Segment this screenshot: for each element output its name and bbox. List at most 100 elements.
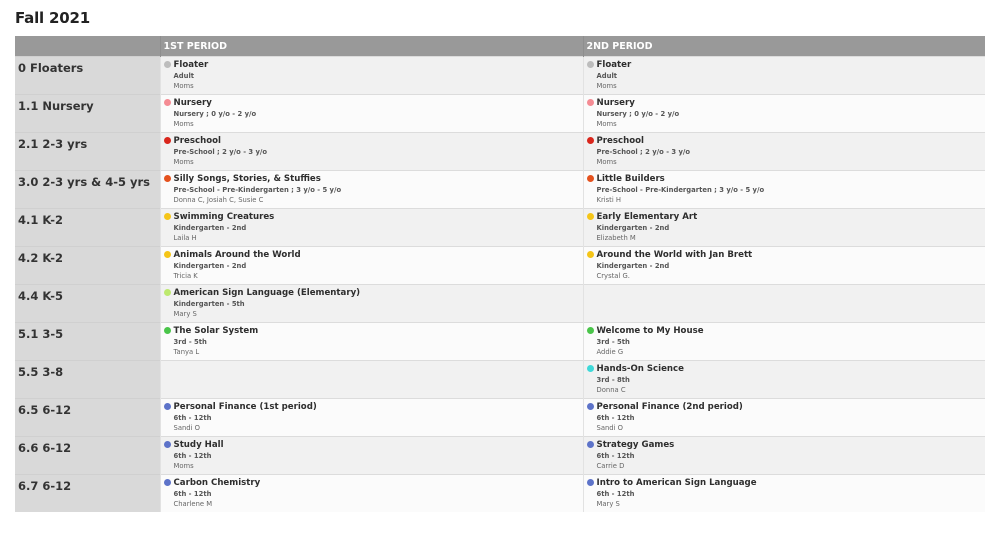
class-name: Silly Songs, Stories, & Stuffies [173, 174, 321, 184]
class-entry[interactable]: Floater Adult Moms [584, 58, 985, 92]
class-name: Floater [596, 60, 632, 70]
room-label: 6.6 6-12 [15, 436, 160, 475]
class-color-dot-icon [586, 479, 594, 486]
class-color-dot-icon [163, 251, 171, 258]
class-teacher: Addie G [596, 348, 624, 356]
class-entry[interactable]: Around the World with Jan Brett Kindergar… [584, 248, 985, 282]
class-teacher: Laila H [173, 234, 197, 242]
class-name: Around the World with Jan Brett [596, 250, 753, 260]
class-color-dot-icon [163, 213, 171, 220]
period-2-cell[interactable]: Welcome to My House 3rd - 5th Addie G [582, 322, 985, 361]
class-teacher: Moms [173, 82, 194, 90]
class-entry[interactable]: Early Elementary Art Kindergarten - 2nd El… [584, 210, 985, 244]
class-color-dot-icon [163, 289, 171, 296]
table-row: 2.1 2-3 yrs Preschool Pre-School ; 2 y/o -… [15, 132, 985, 171]
header-row: 1ST PERIOD 2ND PERIOD [15, 36, 985, 57]
table-row: 5.1 3-5 The Solar System 3rd - 5th Tanya LW… [15, 322, 985, 361]
period-1-cell[interactable]: Nursery Nursery ; 0 y/o - 2 y/o Moms [159, 94, 583, 133]
class-color-dot-icon [163, 479, 171, 486]
class-name: Floater [173, 60, 209, 70]
class-entry[interactable]: Study Hall 6th - 12th Moms [161, 438, 583, 472]
class-entry[interactable]: American Sign Language (Elementary) Kinde… [161, 286, 583, 320]
class-entry[interactable]: Welcome to My House 3rd - 5th Addie G [584, 324, 985, 358]
class-grade: Adult [173, 71, 195, 80]
period-1-cell[interactable]: Swimming Creatures Kindergarten - 2nd Lail… [159, 208, 583, 247]
class-name: The Solar System [173, 326, 259, 336]
room-label: 3.0 2-3 yrs & 4-5 yrs [15, 170, 160, 209]
period-2-cell[interactable]: Strategy Games 6th - 12th Carrie D [582, 436, 985, 475]
class-entry[interactable]: Personal Finance (1st period) 6th - 12th S… [161, 400, 583, 434]
period-2-cell[interactable]: Personal Finance (2nd period) 6th - 12th S… [582, 398, 985, 437]
header-period-2: 2ND PERIOD [582, 36, 985, 57]
period-1-cell[interactable]: The Solar System 3rd - 5th Tanya L [159, 322, 583, 361]
period-1-cell[interactable]: Personal Finance (1st period) 6th - 12th S… [159, 398, 583, 437]
class-grade: Kindergarten - 2nd [596, 261, 670, 270]
class-color-dot-icon [163, 175, 171, 182]
class-grade: 6th - 12th [173, 489, 212, 498]
period-1-cell[interactable]: Animals Around the World Kindergarten - 2… [159, 246, 583, 285]
class-name: Early Elementary Art [596, 212, 698, 222]
table-row: 6.5 6-12 Personal Finance (1st period) 6th… [15, 398, 985, 437]
period-1-cell[interactable]: American Sign Language (Elementary) Kinde… [159, 284, 583, 323]
class-name: Intro to American Sign Language [596, 478, 757, 488]
class-name: Preschool [173, 136, 221, 146]
class-name: Study Hall [173, 440, 224, 450]
class-entry[interactable]: Carbon Chemistry 6th - 12th Charlene M [161, 475, 583, 509]
class-entry[interactable]: Strategy Games 6th - 12th Carrie D [584, 438, 985, 472]
class-name: Strategy Games [596, 440, 675, 450]
class-entry[interactable]: Little Builders Pre-School - Pre-Kinderga… [584, 172, 985, 206]
period-1-cell[interactable]: Carbon Chemistry 6th - 12th Charlene M [159, 474, 583, 512]
class-color-dot-icon [586, 365, 594, 372]
class-entry[interactable]: Silly Songs, Stories, & Stuffies Pre-Scho… [161, 172, 583, 206]
period-1-cell[interactable]: Floater Adult Moms [159, 56, 583, 95]
class-grade: Kindergarten - 2nd [173, 261, 247, 270]
class-entry[interactable]: Swimming Creatures Kindergarten - 2nd Lail… [161, 210, 583, 244]
table-row: 4.2 K-2 Animals Around the World Kindergar… [15, 246, 985, 285]
class-entry[interactable]: Preschool Pre-School ; 2 y/o - 3 y/o Moms [584, 134, 985, 168]
period-2-cell[interactable]: Nursery Nursery ; 0 y/o - 2 y/o Moms [582, 94, 985, 133]
class-entry[interactable]: Intro to American Sign Language 6th - 12t… [584, 475, 985, 509]
class-color-dot-icon [586, 99, 594, 106]
class-entry[interactable]: Personal Finance (2nd period) 6th - 12th S… [584, 400, 985, 434]
period-1-cell[interactable]: Silly Songs, Stories, & Stuffies Pre-Scho… [159, 170, 583, 209]
class-name: Carbon Chemistry [173, 478, 261, 488]
class-teacher: Sandi O [596, 424, 624, 432]
table-row: 1.1 Nursery Nursery Nursery ; 0 y/o - 2 y/… [15, 94, 985, 133]
class-teacher: Charlene M [173, 500, 213, 508]
class-entry[interactable]: Preschool Pre-School ; 2 y/o - 3 y/o Moms [161, 134, 583, 168]
class-teacher: Donna C [596, 386, 626, 394]
class-name: Hands-On Science [596, 364, 684, 374]
class-name: Nursery [173, 98, 212, 108]
class-entry[interactable]: Nursery Nursery ; 0 y/o - 2 y/o Moms [161, 96, 583, 130]
room-label: 5.5 3-8 [15, 360, 160, 399]
class-name: Swimming Creatures [173, 212, 275, 222]
class-grade: Nursery ; 0 y/o - 2 y/o [596, 109, 680, 118]
class-entry[interactable]: Animals Around the World Kindergarten - 2… [161, 248, 583, 282]
period-2-cell[interactable]: Early Elementary Art Kindergarten - 2nd El… [582, 208, 985, 247]
period-1-cell[interactable]: Study Hall 6th - 12th Moms [159, 436, 583, 475]
period-2-cell[interactable]: Hands-On Science 3rd - 8th Donna C [582, 360, 985, 399]
class-name: Nursery [596, 98, 635, 108]
room-label: 4.1 K-2 [15, 208, 160, 247]
table-row: 4.1 K-2 Swimming Creatures Kindergarten - … [15, 208, 985, 247]
class-entry[interactable]: Floater Adult Moms [161, 58, 583, 92]
class-color-dot-icon [586, 175, 594, 182]
period-2-cell[interactable]: Little Builders Pre-School - Pre-Kinderga… [582, 170, 985, 209]
class-color-dot-icon [163, 327, 171, 334]
class-grade: Kindergarten - 5th [173, 299, 245, 308]
class-teacher: Tricia K [173, 272, 198, 280]
period-2-cell[interactable]: Preschool Pre-School ; 2 y/o - 3 y/o Moms [582, 132, 985, 171]
class-grade: 3rd - 8th [596, 375, 630, 384]
class-entry[interactable]: Hands-On Science 3rd - 8th Donna C [584, 362, 985, 396]
class-teacher: Mary S [173, 310, 197, 318]
class-grade: 6th - 12th [173, 451, 212, 460]
period-2-cell[interactable]: Floater Adult Moms [582, 56, 985, 95]
class-color-dot-icon [163, 137, 171, 144]
period-1-cell[interactable]: Preschool Pre-School ; 2 y/o - 3 y/o Moms [159, 132, 583, 171]
class-teacher: Moms [173, 462, 194, 470]
class-name: Little Builders [596, 174, 665, 184]
period-2-cell[interactable]: Around the World with Jan Brett Kindergar… [582, 246, 985, 285]
class-entry[interactable]: Nursery Nursery ; 0 y/o - 2 y/o Moms [584, 96, 985, 130]
class-entry[interactable]: The Solar System 3rd - 5th Tanya L [161, 324, 583, 358]
period-2-cell[interactable]: Intro to American Sign Language 6th - 12t… [582, 474, 985, 512]
